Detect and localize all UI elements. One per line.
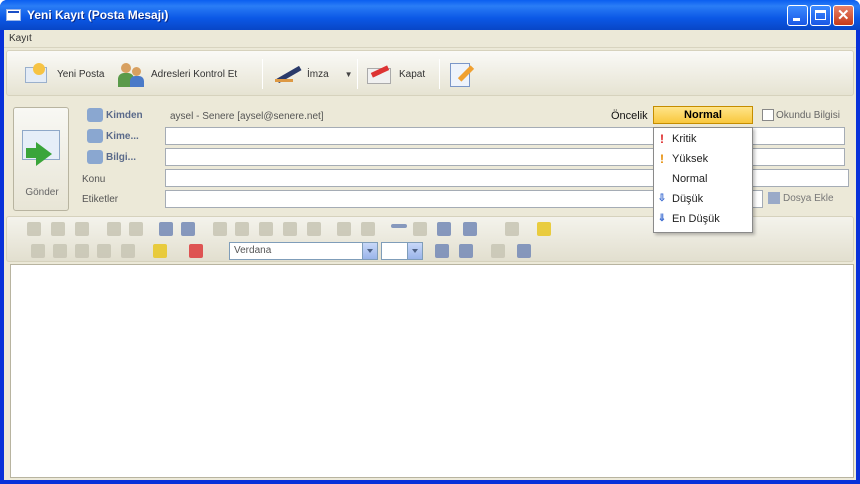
italic-icon[interactable] xyxy=(53,244,67,258)
arrow-down-double-blue-icon: ⇓ xyxy=(657,213,667,224)
clear-format-icon[interactable] xyxy=(121,244,135,258)
priority-dropdown: ! Kritik ! Yüksek Normal ⇩ Düşük ⇓ En Dü… xyxy=(653,127,753,233)
cc-button[interactable]: Bilgi... xyxy=(106,152,136,163)
check-addresses-button[interactable]: Adresleri Kontrol Et xyxy=(117,57,237,91)
send-label: Gönder xyxy=(25,187,59,198)
insert-link-icon[interactable] xyxy=(413,222,427,236)
align-left-icon[interactable] xyxy=(27,222,41,236)
title-bar[interactable]: Yeni Kayıt (Posta Mesajı) ✕ xyxy=(0,0,860,30)
insert-image-icon[interactable] xyxy=(437,222,451,236)
source-view-icon[interactable] xyxy=(491,244,505,258)
chevron-down-icon[interactable]: ▼ xyxy=(345,70,353,79)
close-mail-icon xyxy=(365,59,395,89)
preview-icon[interactable] xyxy=(517,244,531,258)
window-title: Yeni Kayıt (Posta Mesajı) xyxy=(27,8,169,22)
message-body-editor[interactable] xyxy=(10,264,854,478)
users-icon xyxy=(117,59,147,89)
spell-check-icon[interactable] xyxy=(505,222,519,236)
font-color-icon[interactable] xyxy=(189,244,203,258)
edit-button[interactable] xyxy=(447,57,477,91)
priority-option-dusuk[interactable]: ⇩ Düşük xyxy=(654,189,752,209)
priority-option-yuksek[interactable]: ! Yüksek xyxy=(654,149,752,169)
attach-file-button[interactable]: Dosya Ekle xyxy=(768,192,834,204)
window-client: Kayıt Yeni Posta Adresleri Kontrol Et İm… xyxy=(4,30,856,480)
insert-table-icon[interactable] xyxy=(463,222,477,236)
subject-label: Konu xyxy=(82,174,106,185)
main-toolbar: Yeni Posta Adresleri Kontrol Et İmza ▼ K… xyxy=(6,50,854,96)
tags-label: Etiketler xyxy=(82,194,119,205)
exclamation-red-icon: ! xyxy=(660,132,664,146)
numbered-list-icon[interactable] xyxy=(107,222,121,236)
exclamation-orange-icon: ! xyxy=(660,152,664,166)
chevron-down-icon[interactable] xyxy=(362,243,377,259)
insert-form-icon[interactable] xyxy=(459,244,473,258)
underline-icon[interactable] xyxy=(75,244,89,258)
priority-option-kritik[interactable]: ! Kritik xyxy=(654,129,752,149)
to-address-book-icon xyxy=(87,129,103,143)
notepad-pencil-icon xyxy=(447,59,477,89)
align-right-icon[interactable] xyxy=(75,222,89,236)
close-button[interactable]: Kapat xyxy=(365,57,425,91)
outdent-icon[interactable] xyxy=(159,222,173,236)
insert-block-icon[interactable] xyxy=(435,244,449,258)
font-family-select[interactable]: Verdana xyxy=(229,242,378,260)
minimize-button[interactable] xyxy=(787,5,808,26)
undo-icon[interactable] xyxy=(337,222,351,236)
strikethrough-icon[interactable] xyxy=(97,244,111,258)
from-value: aysel - Senere [aysel@senere.net] xyxy=(170,111,324,122)
chevron-down-icon[interactable] xyxy=(407,243,422,259)
check-addresses-label: Adresleri Kontrol Et xyxy=(151,68,238,80)
toolbar-separator xyxy=(357,59,358,89)
new-mail-label: Yeni Posta xyxy=(57,68,105,80)
priority-select[interactable]: Normal xyxy=(653,106,753,124)
close-icon: ✕ xyxy=(837,7,850,24)
menu-bar: Kayıt xyxy=(4,30,856,48)
align-center-icon[interactable] xyxy=(51,222,65,236)
paste-icon[interactable] xyxy=(259,222,273,236)
sender-icon xyxy=(87,108,103,122)
menu-kayit[interactable]: Kayıt xyxy=(9,33,32,44)
arrow-down-blue-icon: ⇩ xyxy=(657,193,667,204)
bullet-list-icon[interactable] xyxy=(129,222,143,236)
cut-icon[interactable] xyxy=(213,222,227,236)
read-receipt-label: Okundu Bilgisi xyxy=(776,110,840,121)
window: Yeni Kayıt (Posta Mesajı) ✕ Kayıt Yeni P… xyxy=(0,0,860,484)
horizontal-rule-icon[interactable] xyxy=(391,224,407,228)
signature-label: İmza xyxy=(307,68,329,80)
cc-address-book-icon xyxy=(87,150,103,164)
close-label: Kapat xyxy=(399,68,426,80)
redo-icon[interactable] xyxy=(361,222,375,236)
special-char-icon[interactable] xyxy=(537,222,551,236)
mail-window-icon xyxy=(6,9,21,21)
to-button[interactable]: Kime... xyxy=(106,131,139,142)
bold-icon[interactable] xyxy=(31,244,45,258)
priority-option-en-dusuk[interactable]: ⇓ En Düşük xyxy=(654,209,752,229)
font-size-select[interactable] xyxy=(381,242,423,260)
new-mail-button[interactable]: Yeni Posta xyxy=(23,57,104,91)
paperclip-icon xyxy=(768,192,780,204)
indent-icon[interactable] xyxy=(181,222,195,236)
priority-option-normal[interactable]: Normal xyxy=(654,169,752,189)
close-window-button[interactable]: ✕ xyxy=(833,5,854,26)
send-button[interactable]: Gönder xyxy=(13,107,69,211)
copy-icon[interactable] xyxy=(235,222,249,236)
delete-icon[interactable] xyxy=(307,222,321,236)
toolbar-separator xyxy=(262,59,263,89)
attach-file-label: Dosya Ekle xyxy=(783,192,834,204)
from-label[interactable]: Kimden xyxy=(106,110,143,121)
font-family-value: Verdana xyxy=(234,245,272,256)
pen-icon xyxy=(273,59,303,89)
maximize-button[interactable] xyxy=(810,5,831,26)
priority-label: Öncelik xyxy=(611,110,648,122)
paste-special-icon[interactable] xyxy=(283,222,297,236)
new-mail-icon xyxy=(23,59,53,89)
read-receipt-checkbox[interactable] xyxy=(762,109,774,121)
signature-button[interactable]: İmza ▼ xyxy=(273,57,353,91)
highlight-color-icon[interactable] xyxy=(153,244,167,258)
toolbar-separator xyxy=(439,59,440,89)
